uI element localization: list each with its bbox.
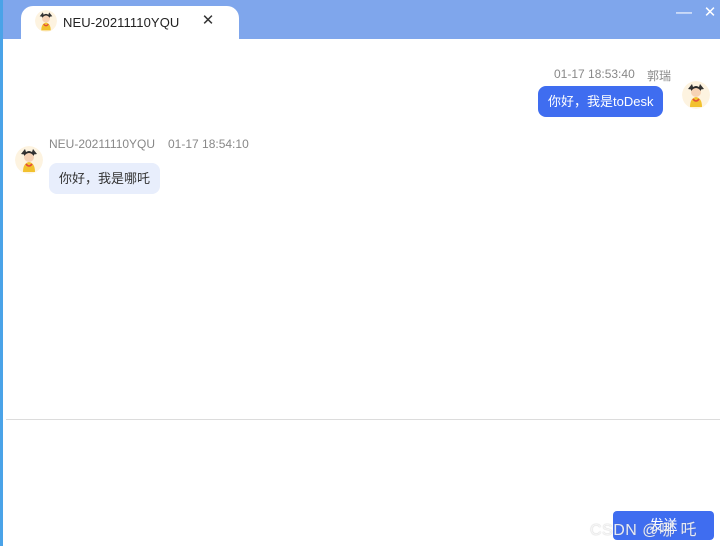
title-bar: NEU-20211110YQU ✕ — ✕	[3, 0, 720, 39]
cartoon-avatar-icon	[35, 10, 57, 32]
chat-window: NEU-20211110YQU ✕ — ✕ 01-17 18:53:40 郭瑞 …	[0, 0, 720, 546]
message-sender: NEU-20211110YQU	[49, 137, 156, 151]
tab-chat-session[interactable]: NEU-20211110YQU ✕	[21, 6, 239, 39]
cartoon-avatar-icon	[15, 146, 43, 174]
tab-title: NEU-20211110YQU	[63, 15, 180, 30]
tab-close-icon[interactable]: ✕	[199, 12, 217, 30]
message-bubble-incoming: 你好，我是哪吒	[49, 163, 161, 194]
minimize-icon[interactable]: —	[675, 4, 693, 22]
window-close-icon[interactable]: ✕	[701, 4, 719, 22]
message-sender: 郭瑞	[647, 69, 672, 83]
message-bubble-outgoing: 你好，我是toDesk	[538, 86, 664, 117]
watermark: CSDN @哪 吒	[590, 522, 697, 539]
message-time: 01-17 18:53:40	[554, 67, 635, 81]
message-time: 01-17 18:54:10	[168, 137, 249, 151]
cartoon-avatar-icon	[682, 81, 710, 109]
